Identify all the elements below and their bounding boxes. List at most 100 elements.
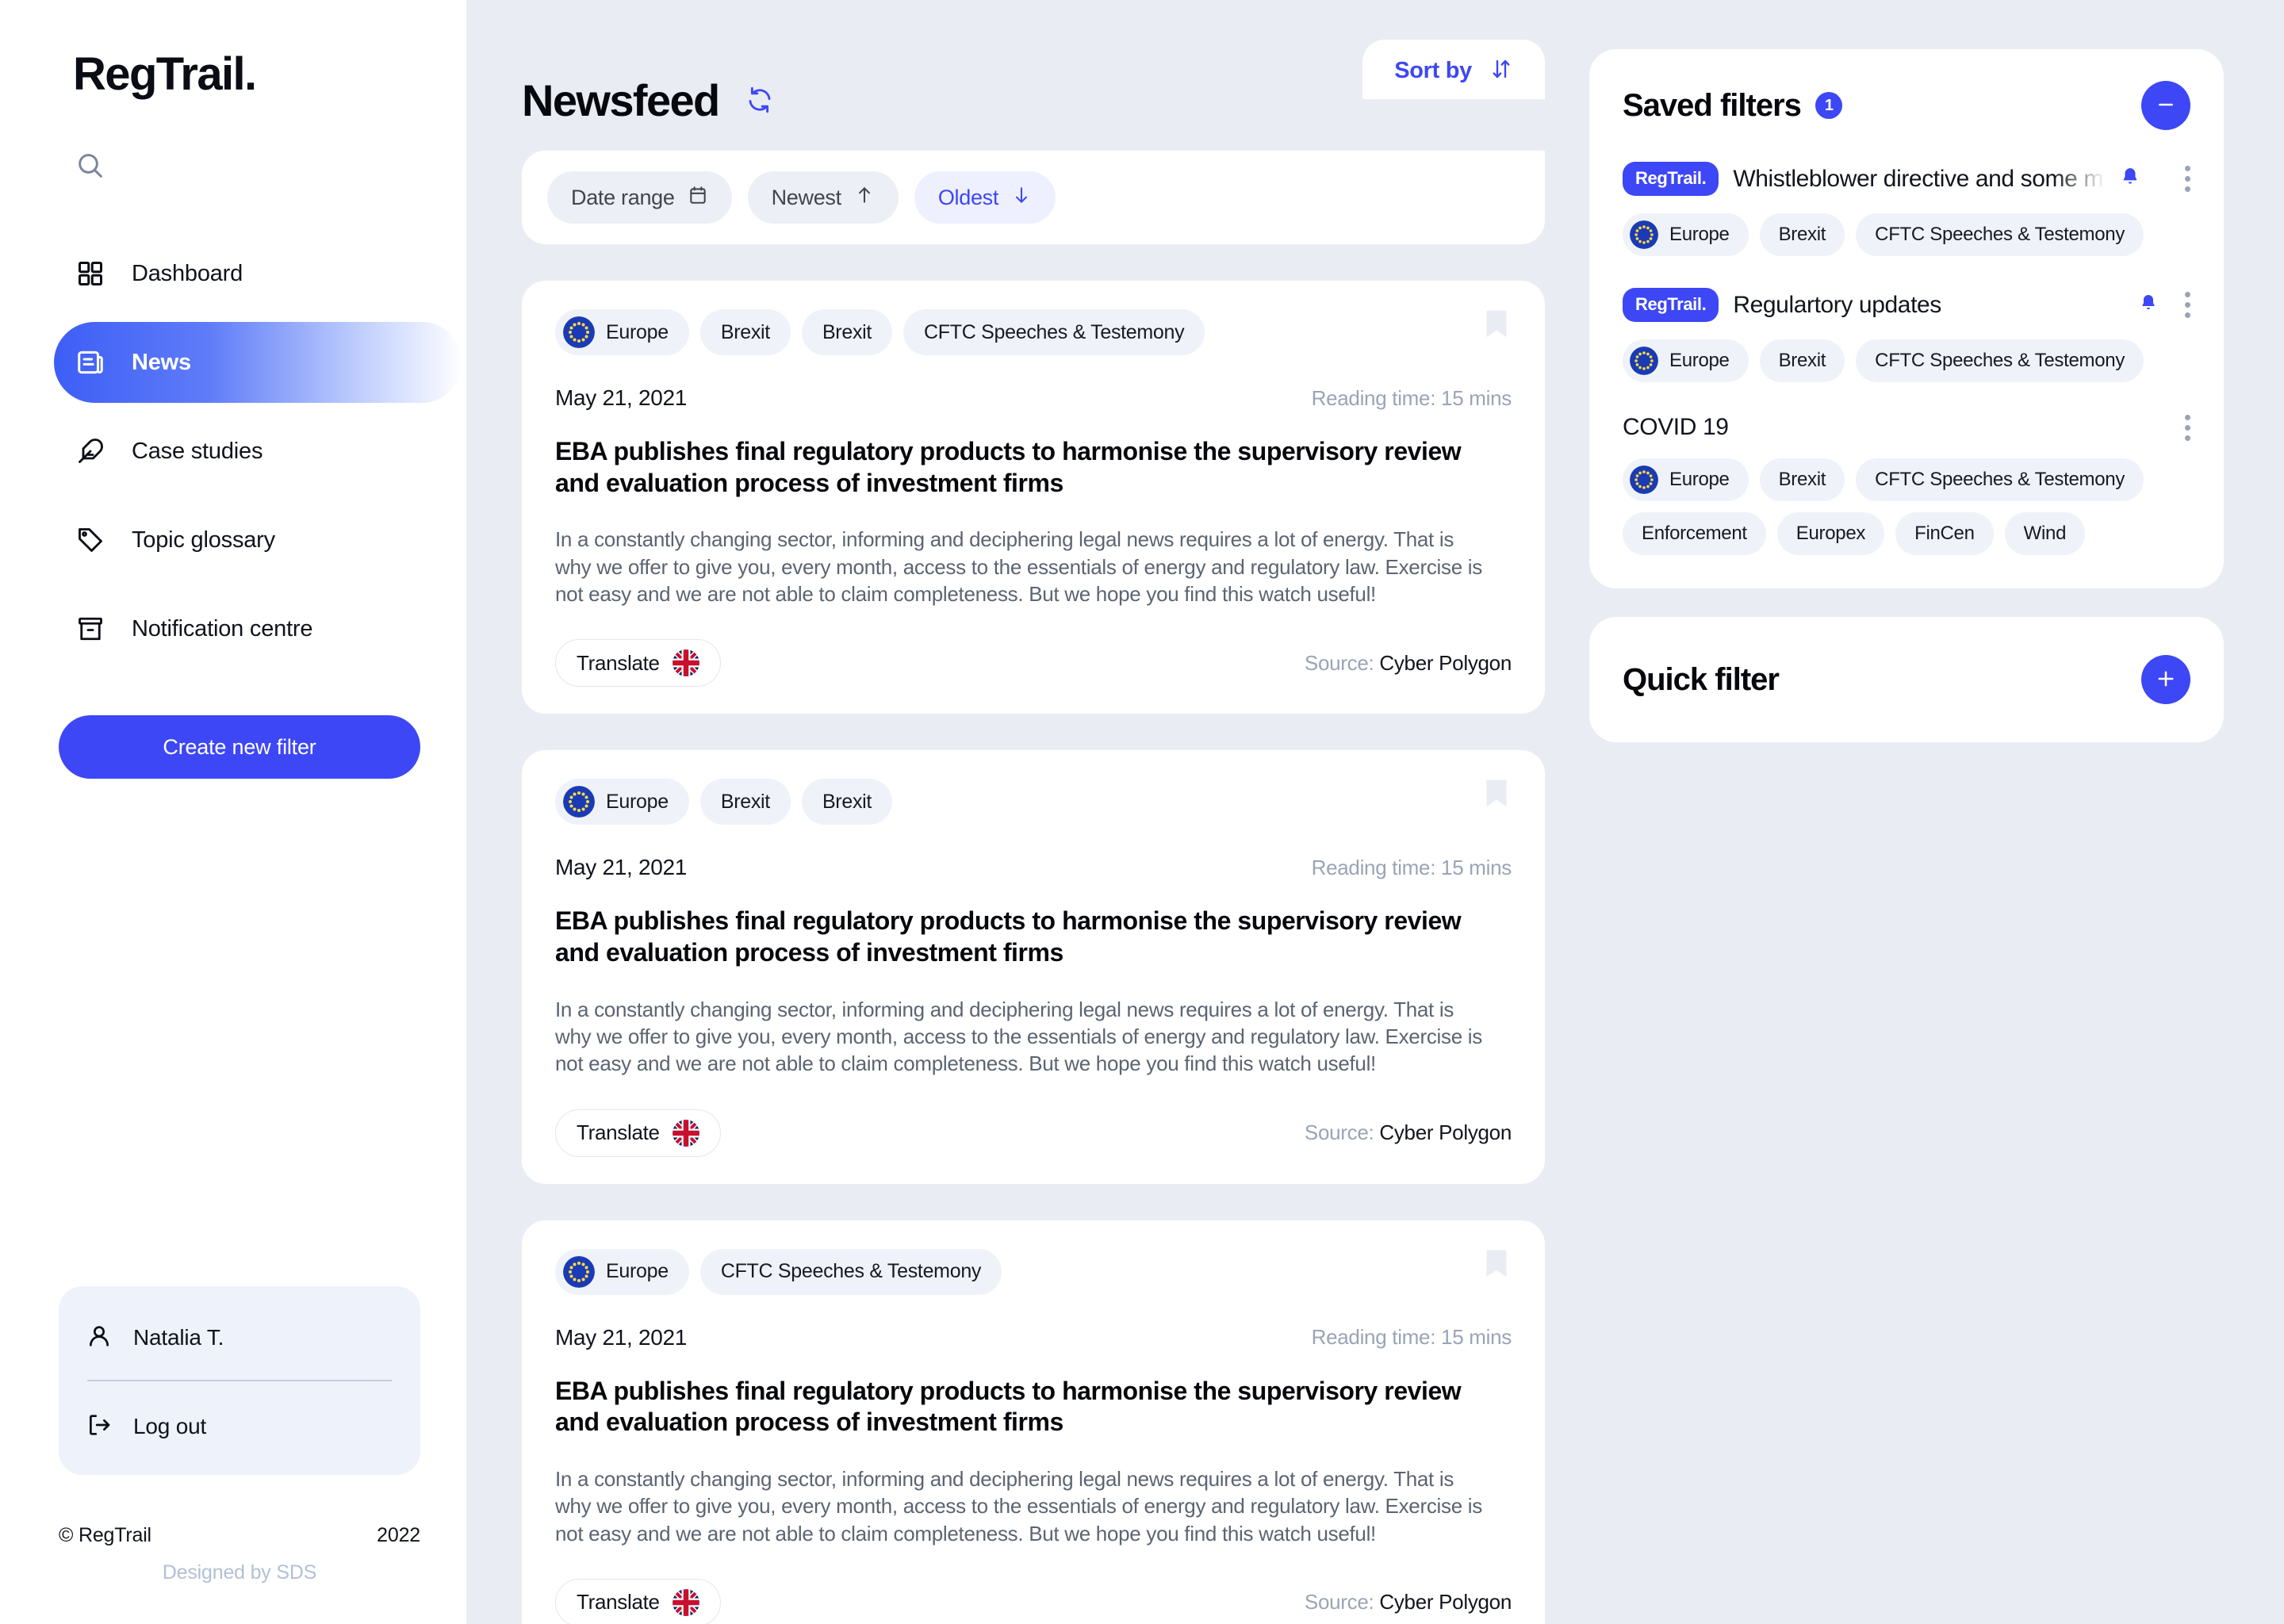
tag-chip[interactable]: Europe — [555, 309, 689, 355]
tag-chip[interactable]: CFTC Speeches & Testemony — [1856, 339, 2144, 382]
tag-chip[interactable]: Brexit — [1759, 213, 1845, 256]
sidebar-nav: Dashboard News Case studies Topic glossa… — [54, 233, 462, 677]
sidebar-item-case-studies[interactable]: Case studies — [54, 411, 462, 492]
uk-flag-icon — [672, 1119, 699, 1147]
sort-by-tab[interactable]: Sort by — [1362, 40, 1545, 99]
sidebar-item-dashboard[interactable]: Dashboard — [54, 233, 462, 314]
news-card-tags: Europe Brexit Brexit CFTC Speeches & Tes… — [555, 309, 1512, 355]
source-name: Cyber Polygon — [1379, 650, 1512, 675]
bookmark-icon[interactable] — [1485, 1249, 1508, 1283]
saved-filter-item[interactable]: RegTrail. Regulartory updates Europe Bre… — [1623, 288, 2190, 382]
tag-chip[interactable]: Brexit — [801, 779, 893, 825]
sidebar-item-notification-centre[interactable]: Notification centre — [54, 588, 462, 669]
logout-button[interactable]: Log out — [86, 1402, 393, 1451]
tag-label: Europe — [1669, 469, 1730, 490]
arrow-up-icon — [854, 185, 875, 211]
saved-filter-item[interactable]: RegTrail. Whistleblower directive and so… — [1623, 162, 2190, 256]
grid-icon — [73, 259, 108, 288]
news-card-footer: Translate Source: Cyber Polygon — [555, 1109, 1512, 1157]
tag-chip[interactable]: Brexit — [1759, 339, 1845, 382]
translate-button[interactable]: Translate — [555, 1578, 721, 1624]
reading-time: Reading time: 15 mins — [1311, 855, 1512, 879]
tag-chip[interactable]: Wind — [2004, 512, 2086, 555]
add-quick-filter-button[interactable] — [2141, 655, 2190, 704]
tag-chip[interactable]: Europe — [555, 779, 689, 825]
arrow-down-icon — [1011, 185, 1032, 211]
tag-chip[interactable]: Enforcement — [1623, 512, 1766, 555]
news-source: Source: Cyber Polygon — [1305, 1590, 1512, 1614]
bookmark-icon[interactable] — [1485, 779, 1508, 813]
collapse-saved-filters-button[interactable] — [2141, 81, 2190, 130]
quick-filter-panel: Quick filter — [1589, 617, 2224, 742]
saved-filter-row: RegTrail. Regulartory updates — [1623, 288, 2190, 322]
saved-filters-count-badge: 1 — [1815, 92, 1842, 119]
tag-chip[interactable]: Europex — [1776, 512, 1885, 555]
europe-flag-icon — [563, 786, 595, 818]
bell-icon[interactable] — [2120, 167, 2140, 191]
saved-filter-menu-button[interactable] — [2172, 292, 2190, 318]
europe-flag-icon — [563, 316, 595, 348]
logout-icon — [86, 1411, 113, 1442]
tag-chip[interactable]: CFTC Speeches & Testemony — [1856, 213, 2144, 256]
calendar-icon — [688, 185, 708, 211]
translate-button[interactable]: Translate — [555, 1109, 721, 1157]
tag-chip[interactable]: CFTC Speeches & Testemony — [903, 309, 1205, 355]
uk-flag-icon — [672, 1588, 699, 1616]
user-profile-row[interactable]: Natalia T. — [86, 1313, 393, 1362]
tag-label: CFTC Speeches & Testemony — [1875, 469, 2125, 490]
news-icon — [73, 347, 108, 377]
tag-chip[interactable]: Brexit — [801, 309, 893, 355]
bookmark-icon[interactable] — [1485, 309, 1508, 343]
filter-oldest[interactable]: Oldest — [914, 171, 1056, 224]
tag-chip[interactable]: Europe — [1623, 213, 1749, 256]
refresh-icon[interactable] — [746, 86, 773, 113]
saved-filter-menu-button[interactable] — [2172, 414, 2190, 441]
filter-newest[interactable]: Newest — [747, 171, 899, 224]
filter-label: Date range — [571, 185, 675, 209]
news-card[interactable]: Europe Brexit Brexit May 21, 2021 Readin… — [522, 750, 1545, 1184]
footer-year: 2022 — [377, 1524, 420, 1546]
search-button[interactable] — [75, 150, 408, 186]
search-icon[interactable] — [75, 150, 408, 186]
news-card[interactable]: Europe Brexit Brexit CFTC Speeches & Tes… — [522, 281, 1545, 714]
tag-chip[interactable]: Europe — [1623, 339, 1749, 382]
saved-filters-title: Saved filters — [1623, 87, 1802, 123]
tag-chip[interactable]: Europe — [1623, 458, 1749, 501]
tag-chip[interactable]: Brexit — [1759, 458, 1845, 501]
europe-flag-icon — [1630, 465, 1658, 494]
filter-date-range[interactable]: Date range — [547, 171, 732, 224]
main-content: Newsfeed Sort by Date range Newest Oldes… — [466, 0, 2284, 1624]
tag-chip[interactable]: Brexit — [699, 779, 791, 825]
saved-filter-row: RegTrail. Whistleblower directive and so… — [1623, 162, 2190, 196]
page-title: Newsfeed — [522, 75, 720, 125]
news-headline: EBA publishes final regulatory products … — [555, 906, 1462, 967]
sidebar-item-label: Dashboard — [132, 260, 243, 286]
logout-label: Log out — [133, 1414, 207, 1438]
sidebar-item-news[interactable]: News — [54, 322, 462, 403]
sidebar-item-topic-glossary[interactable]: Topic glossary — [54, 500, 462, 580]
source-label: Source: — [1304, 650, 1374, 675]
translate-button[interactable]: Translate — [555, 639, 721, 688]
saved-filter-item[interactable]: COVID 19 Europe Brexit CFTC Speeches & T… — [1623, 414, 2190, 555]
create-new-filter-button[interactable]: Create new filter — [59, 715, 420, 779]
news-card[interactable]: Europe CFTC Speeches & Testemony May 21,… — [522, 1220, 1545, 1624]
europe-flag-icon — [563, 1255, 595, 1288]
sidebar-item-label: Case studies — [132, 438, 263, 464]
tag-label: Wind — [2023, 523, 2067, 544]
news-source: Source: Cyber Polygon — [1305, 651, 1512, 676]
tag-chip[interactable]: FinCen — [1895, 512, 1994, 555]
tag-chip[interactable]: Europe — [555, 1248, 689, 1295]
tag-label: Brexit — [1778, 350, 1826, 371]
tag-label: CFTC Speeches & Testemony — [720, 1260, 982, 1283]
source-label: Source: — [1304, 1120, 1374, 1145]
saved-filter-menu-button[interactable] — [2172, 166, 2190, 192]
person-icon — [86, 1323, 113, 1354]
tag-chip[interactable]: CFTC Speeches & Testemony — [699, 1248, 1002, 1295]
tag-chip[interactable]: CFTC Speeches & Testemony — [1856, 458, 2144, 501]
bell-icon[interactable] — [2139, 293, 2158, 316]
tag-chip[interactable]: Brexit — [699, 309, 791, 355]
source-name: Cyber Polygon — [1379, 1120, 1512, 1145]
saved-filters-title-group: Saved filters 1 — [1623, 88, 1842, 124]
sidebar-item-label: News — [132, 349, 191, 375]
sidebar-footer: © RegTrail 2022 — [59, 1524, 420, 1547]
